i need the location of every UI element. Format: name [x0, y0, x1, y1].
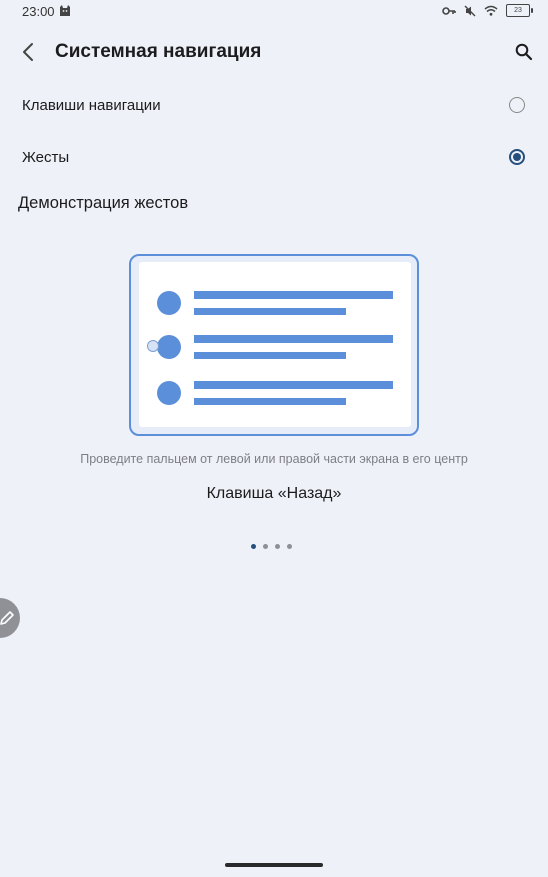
- status-bar: 23:00 23: [0, 0, 548, 24]
- illustration-line: [194, 352, 346, 359]
- illustration-row: [139, 335, 411, 365]
- illustration-line: [194, 381, 393, 389]
- option-label: Клавиши навигации: [22, 97, 161, 114]
- illustration-dot: [157, 291, 181, 315]
- chevron-left-icon: [23, 43, 33, 61]
- page-dot[interactable]: [251, 544, 256, 549]
- page-indicator[interactable]: [251, 544, 292, 549]
- illustration-line: [194, 398, 346, 405]
- radio-navigation-keys[interactable]: [509, 97, 525, 113]
- gesture-instruction: Проведите пальцем от левой или правой ча…: [80, 452, 468, 466]
- pencil-icon: [0, 611, 14, 625]
- illustration-screen: [139, 262, 411, 427]
- wifi-icon: [484, 5, 498, 16]
- cat-notification-icon: [60, 5, 70, 16]
- page-dot[interactable]: [263, 544, 268, 549]
- option-navigation-keys[interactable]: Клавиши навигации: [0, 81, 548, 133]
- search-icon: [515, 43, 533, 61]
- swipe-indicator-icon: [147, 340, 159, 352]
- radio-gestures[interactable]: [509, 149, 525, 165]
- option-label: Жесты: [22, 149, 70, 166]
- page-dot[interactable]: [287, 544, 292, 549]
- floating-edit-button[interactable]: [0, 598, 20, 638]
- illustration-dot: [157, 335, 181, 359]
- illustration-row: [139, 291, 411, 321]
- app-bar: Системная навигация: [0, 30, 548, 74]
- illustration-line: [194, 335, 393, 343]
- mute-icon: [464, 5, 476, 16]
- status-time: 23:00: [22, 4, 55, 19]
- page-title: Системная навигация: [55, 41, 262, 62]
- home-indicator[interactable]: [225, 863, 323, 867]
- section-title: Демонстрация жестов: [18, 194, 189, 212]
- gesture-illustration: [129, 254, 419, 436]
- illustration-line: [194, 308, 346, 315]
- back-button[interactable]: [12, 36, 44, 68]
- illustration-dot: [157, 381, 181, 405]
- search-button[interactable]: [508, 36, 540, 68]
- status-icons: 23: [442, 4, 533, 17]
- vpn-key-icon: [442, 6, 456, 15]
- battery-icon: 23: [506, 4, 533, 17]
- illustration-line: [194, 291, 393, 299]
- page-dot[interactable]: [275, 544, 280, 549]
- illustration-row: [139, 381, 411, 411]
- option-gestures[interactable]: Жесты: [0, 133, 548, 185]
- gesture-name: Клавиша «Назад»: [206, 485, 342, 502]
- battery-level: 23: [514, 7, 522, 14]
